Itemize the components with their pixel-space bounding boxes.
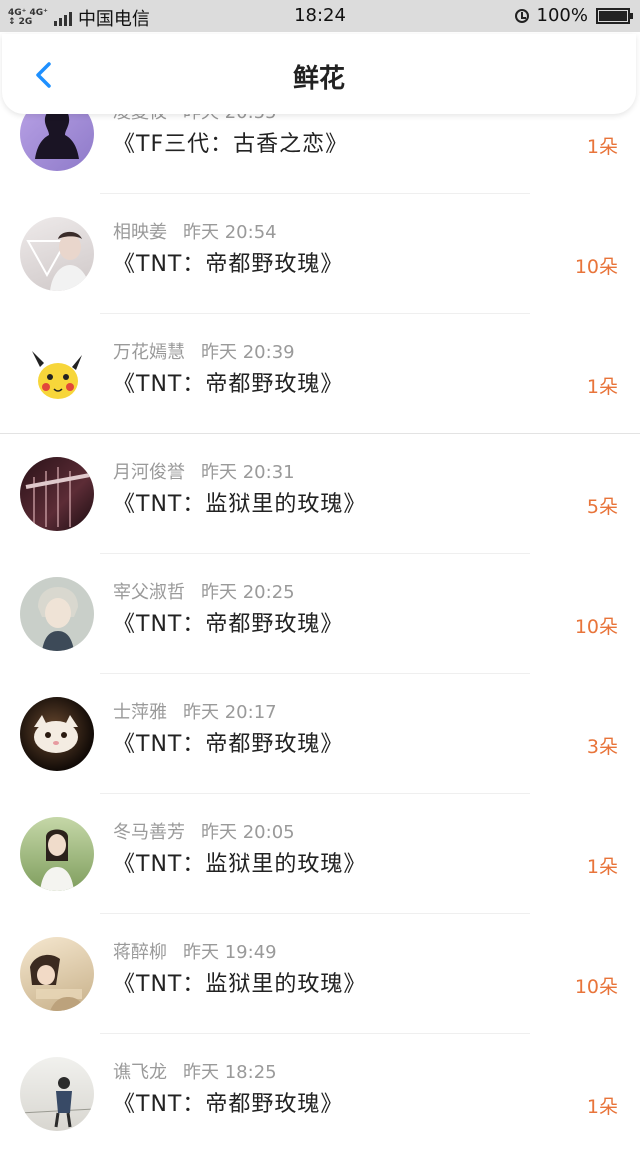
username: 冬马善芳 xyxy=(113,822,185,843)
timestamp: 昨天 20:17 xyxy=(183,702,277,723)
battery-percentage: 100% xyxy=(536,5,588,26)
flower-count: 10朵 xyxy=(574,976,618,998)
timestamp: 昨天 20:05 xyxy=(201,822,295,843)
avatar[interactable] xyxy=(20,577,94,651)
avatar[interactable] xyxy=(20,697,94,771)
timestamp: 昨天 19:49 xyxy=(183,942,277,963)
avatar[interactable] xyxy=(20,457,94,531)
list-item[interactable]: 冬马善芳 昨天 20:05 《TNT：监狱里的玫瑰》 1朵 xyxy=(0,794,640,914)
timestamp: 昨天 20:39 xyxy=(201,342,295,363)
avatar[interactable] xyxy=(20,817,94,891)
username: 宰父淑哲 xyxy=(113,582,185,603)
work-title[interactable]: 《TNT：帝都野玫瑰》 xyxy=(113,606,343,638)
flower-count: 10朵 xyxy=(574,256,618,278)
flower-count: 10朵 xyxy=(574,616,618,638)
work-title[interactable]: 《TNT：帝都野玫瑰》 xyxy=(113,726,343,758)
list-item[interactable]: 月河俊誉 昨天 20:31 《TNT：监狱里的玫瑰》 5朵 xyxy=(0,434,640,554)
flower-count: 1朵 xyxy=(586,856,618,878)
list-item[interactable]: 万花嫣慧 昨天 20:39 《TNT：帝都野玫瑰》 1朵 xyxy=(0,314,640,434)
navigation-bar: 鲜花 xyxy=(2,34,636,114)
timestamp: 昨天 20:54 xyxy=(183,222,277,243)
work-title[interactable]: 《TNT：帝都野玫瑰》 xyxy=(113,246,343,278)
work-title[interactable]: 《TF三代：古香之恋》 xyxy=(113,126,348,158)
avatar[interactable] xyxy=(20,1057,94,1131)
username: 月河俊誉 xyxy=(113,462,185,483)
list-item[interactable]: 宰父淑哲 昨天 20:25 《TNT：帝都野玫瑰》 10朵 xyxy=(0,554,640,674)
timestamp: 昨天 20:31 xyxy=(201,462,295,483)
work-title[interactable]: 《TNT：监狱里的玫瑰》 xyxy=(113,846,366,878)
status-bar: 4G⁺ 4G⁺ ↕ 2G 中国电信 18:24 100% xyxy=(0,0,640,32)
work-title[interactable]: 《TNT：帝都野玫瑰》 xyxy=(113,1086,343,1118)
timestamp: 昨天 20:25 xyxy=(201,582,295,603)
avatar[interactable] xyxy=(20,217,94,291)
timestamp: 昨天 18:25 xyxy=(183,1062,277,1083)
list-item[interactable]: 相映姜 昨天 20:54 《TNT：帝都野玫瑰》 10朵 xyxy=(0,194,640,314)
page-title: 鲜花 xyxy=(292,64,345,94)
username: 相映姜 xyxy=(113,222,167,243)
list-item[interactable]: 蒋醉柳 昨天 19:49 《TNT：监狱里的玫瑰》 10朵 xyxy=(0,914,640,1034)
username: 谯飞龙 xyxy=(113,1062,167,1083)
list-item[interactable]: 士萍雅 昨天 20:17 《TNT：帝都野玫瑰》 3朵 xyxy=(0,674,640,794)
username: 万花嫣慧 xyxy=(113,342,185,363)
username: 蒋醉柳 xyxy=(113,942,167,963)
work-title[interactable]: 《TNT：监狱里的玫瑰》 xyxy=(113,966,366,998)
avatar[interactable] xyxy=(20,337,94,411)
flower-count: 1朵 xyxy=(586,376,618,398)
work-title[interactable]: 《TNT：监狱里的玫瑰》 xyxy=(113,486,366,518)
avatar[interactable] xyxy=(20,937,94,1011)
work-title[interactable]: 《TNT：帝都野玫瑰》 xyxy=(113,366,343,398)
username: 士萍雅 xyxy=(113,702,167,723)
flower-count: 3朵 xyxy=(586,736,618,758)
battery-icon xyxy=(596,7,633,24)
alarm-icon xyxy=(514,8,529,23)
flower-count: 5朵 xyxy=(586,496,618,518)
flower-count: 1朵 xyxy=(586,1096,618,1118)
flower-count: 1朵 xyxy=(586,136,618,158)
list-item[interactable]: 谯飞龙 昨天 18:25 《TNT：帝都野玫瑰》 1朵 xyxy=(0,1034,640,1154)
